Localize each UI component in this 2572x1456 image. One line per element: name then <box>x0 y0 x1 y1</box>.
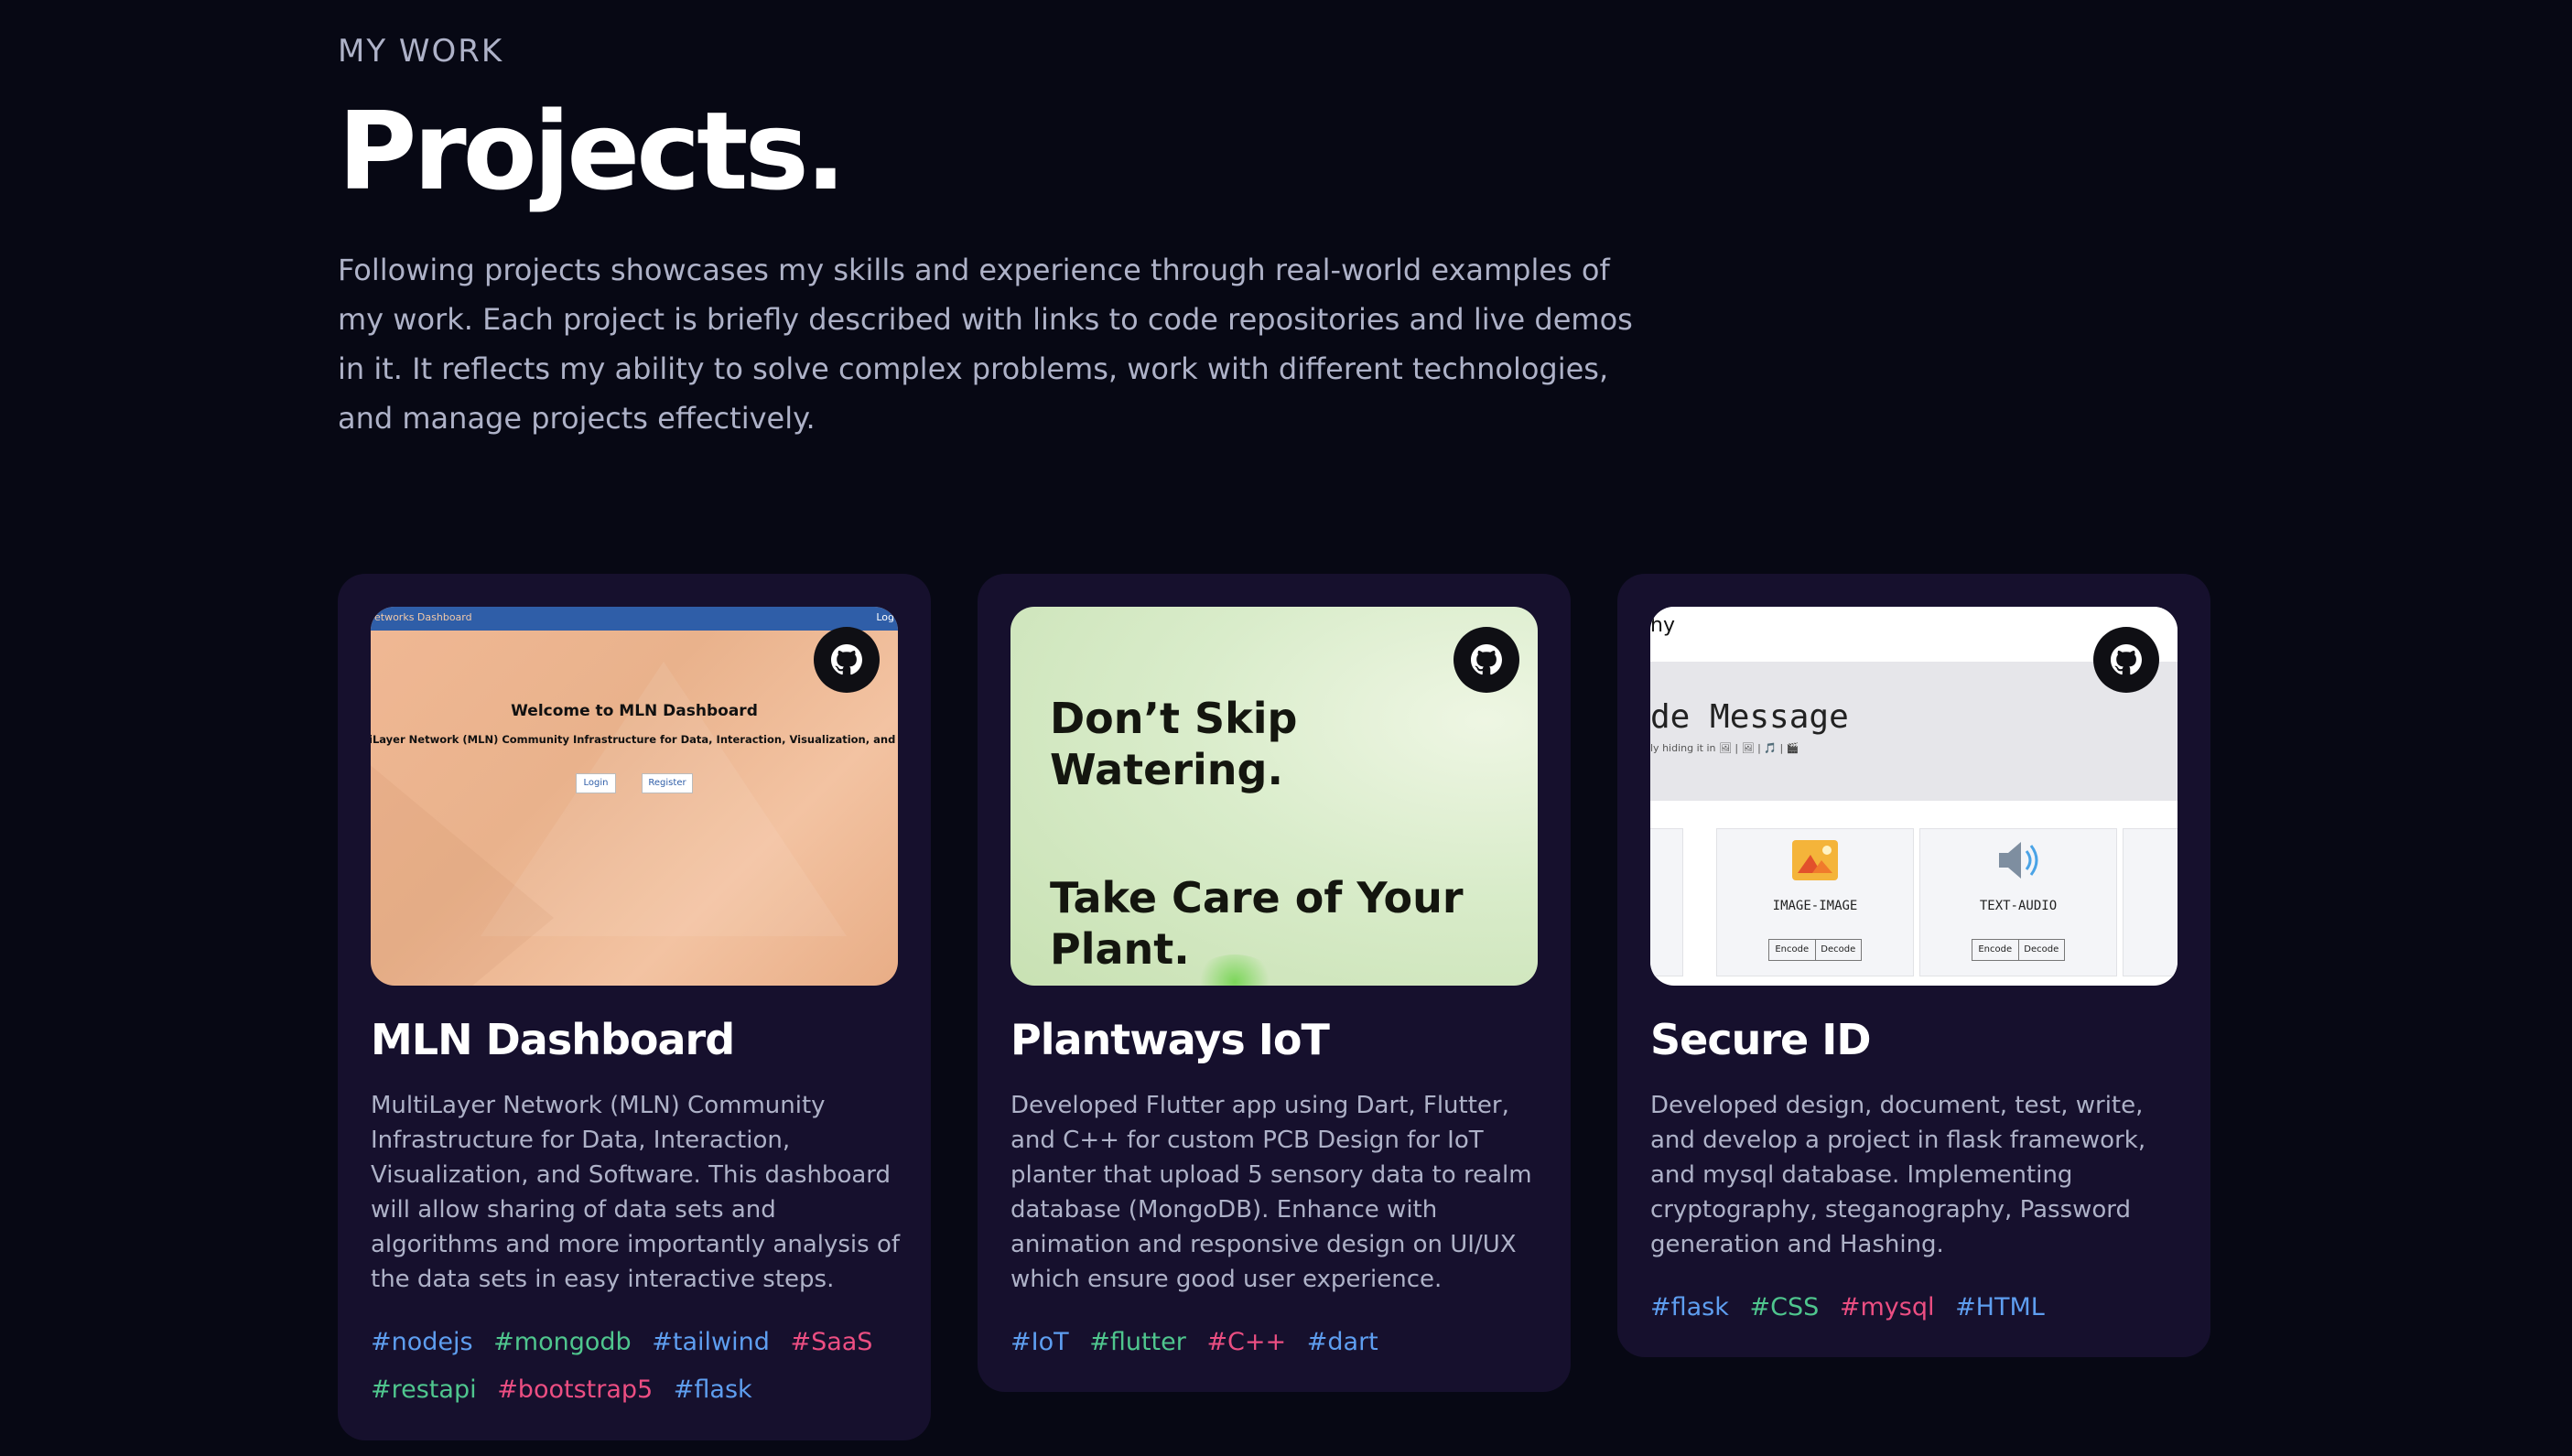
preview-text: Plant. <box>1050 924 1190 974</box>
tag: #bootstrap5 <box>497 1375 654 1404</box>
project-tags: #IoT #flutter #C++ #dart <box>1010 1319 1551 1366</box>
project-card-mln-dashboard[interactable]: etworks Dashboard Log Welcome to MLN Das… <box>338 574 931 1440</box>
preview-login-button: Login <box>576 773 616 793</box>
project-description: Developed design, document, test, write,… <box>1650 1092 2146 1258</box>
github-icon[interactable] <box>814 627 880 693</box>
preview-panel-title: TEXT-AUDIO <box>1979 899 2058 913</box>
tag: #mongodb <box>493 1328 632 1356</box>
project-card-plantways-iot[interactable]: Don’t Skip Watering. Take Care of Your P… <box>978 574 1571 1392</box>
decorative-shape <box>371 735 554 986</box>
preview-headline: Don’t Skip Watering. <box>1050 693 1297 795</box>
preview-text: Don’t Skip <box>1050 694 1298 743</box>
preview-brand: hy <box>1650 614 1675 637</box>
preview-text: Watering. <box>1050 745 1283 794</box>
project-description: Developed Flutter app using Dart, Flutte… <box>1010 1092 1532 1293</box>
project-tags: #flask #CSS #mysql #HTML <box>1650 1284 2190 1332</box>
preview-panel <box>1650 828 1683 976</box>
preview-hero: de Message ly hiding it in 🖼 | 🖼 | 🎵 | 🎬 <box>1650 662 2178 801</box>
preview-encode-button: Encode <box>1972 940 2019 960</box>
preview-caption: ly hiding it in 🖼 | 🖼 | 🎵 | 🎬 <box>1650 742 1799 754</box>
preview-panel <box>2123 828 2178 976</box>
project-title: MLN Dashboard <box>371 1015 735 1064</box>
project-preview-image: Don’t Skip Watering. Take Care of Your P… <box>1010 607 1538 986</box>
image-icon <box>1792 840 1838 880</box>
page-title: Projects. <box>338 88 847 214</box>
tag: #nodejs <box>371 1328 473 1356</box>
github-icon[interactable] <box>2093 627 2159 693</box>
preview-heading: de Message <box>1650 698 1849 736</box>
speaker-icon <box>1999 842 2038 879</box>
preview-navbar: etworks Dashboard Log <box>371 607 898 631</box>
preview-panel-buttons: Encode Decode <box>1768 939 1862 961</box>
github-icon[interactable] <box>1454 627 1519 693</box>
project-title: Plantways IoT <box>1010 1015 1330 1064</box>
project-card-secure-id[interactable]: hy de Message ly hiding it in 🖼 | 🖼 | 🎵 … <box>1617 574 2210 1357</box>
project-title: Secure ID <box>1650 1015 1872 1064</box>
preview-panel-image-image: IMAGE-IMAGE Encode Decode <box>1716 828 1914 976</box>
project-preview-image: etworks Dashboard Log Welcome to MLN Das… <box>371 607 898 986</box>
project-description: MultiLayer Network (MLN) Community Infra… <box>371 1092 901 1293</box>
tag: #restapi <box>371 1375 477 1404</box>
section-eyebrow: MY WORK <box>338 33 504 70</box>
preview-decode-button: Decode <box>1821 944 1856 954</box>
preview-register-button: Register <box>642 773 693 793</box>
tag: #SaaS <box>790 1328 873 1356</box>
tag: #dart <box>1306 1328 1378 1356</box>
tag: #flutter <box>1089 1328 1186 1356</box>
preview-encode-button: Encode <box>1769 940 1816 960</box>
section-intro: Following projects showcases my skills a… <box>338 253 1633 436</box>
tag: #HTML <box>1955 1293 2045 1321</box>
preview-subheading: iLayer Network (MLN) Community Infrastru… <box>371 733 898 746</box>
tag: #mysql <box>1839 1293 1935 1321</box>
preview-panel-title: IMAGE-IMAGE <box>1772 899 1858 913</box>
tag: #CSS <box>1749 1293 1820 1321</box>
project-preview-image: hy de Message ly hiding it in 🖼 | 🖼 | 🎵 … <box>1650 607 2178 986</box>
tag: #IoT <box>1010 1328 1069 1356</box>
tag: #flask <box>673 1375 752 1404</box>
tag: #flask <box>1650 1293 1729 1321</box>
preview-heading: Welcome to MLN Dashboard <box>511 702 758 720</box>
preview-decode-button: Decode <box>2024 944 2059 954</box>
preview-login-link: Log <box>876 611 894 623</box>
preview-panel-text-audio: TEXT-AUDIO Encode Decode <box>1919 828 2117 976</box>
preview-text: Take Care of Your <box>1050 873 1464 922</box>
preview-panel-buttons: Encode Decode <box>1972 939 2065 961</box>
tag: #tailwind <box>652 1328 770 1356</box>
project-tags: #nodejs #mongodb #tailwind #SaaS #restap… <box>371 1319 911 1414</box>
tag: #C++ <box>1206 1328 1287 1356</box>
preview-brand: etworks Dashboard <box>374 611 472 623</box>
